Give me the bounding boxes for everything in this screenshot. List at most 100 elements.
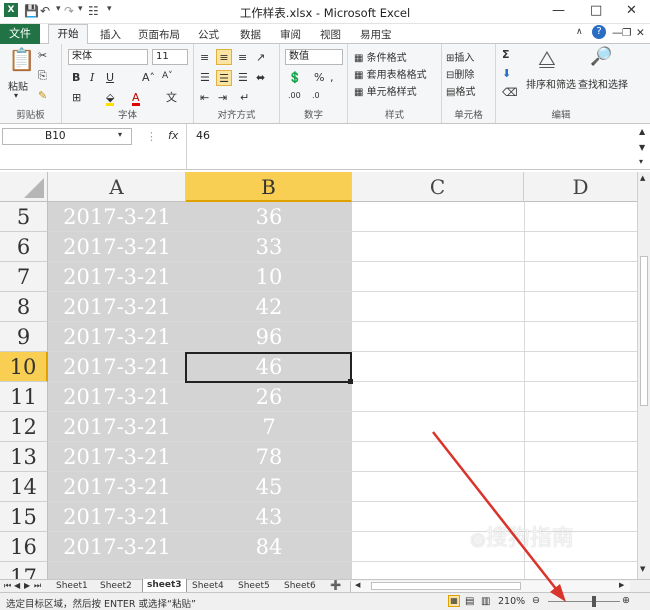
- cell-b[interactable]: 36: [186, 202, 352, 232]
- font-name-select[interactable]: 宋体: [68, 49, 148, 65]
- column-header-a[interactable]: A: [48, 172, 186, 202]
- help-icon[interactable]: ?: [592, 25, 606, 39]
- tab-data[interactable]: 数据: [240, 27, 261, 42]
- cell-b[interactable]: 96: [186, 322, 352, 352]
- percent-icon[interactable]: %: [314, 72, 324, 83]
- scroll-up-icon[interactable]: ▲: [640, 175, 645, 182]
- font-color-icon[interactable]: A: [132, 92, 140, 106]
- paste-dropdown-icon[interactable]: ▾: [14, 92, 18, 100]
- align-center-icon[interactable]: ☰: [216, 70, 232, 86]
- decrease-decimal-icon[interactable]: .0: [312, 92, 320, 100]
- page-layout-view-icon[interactable]: ▤: [465, 596, 474, 607]
- cell-b[interactable]: 45: [186, 472, 352, 502]
- underline-icon[interactable]: U: [106, 72, 114, 83]
- expand-formula-bar-icon[interactable]: ▾: [639, 158, 643, 166]
- border-icon[interactable]: ⊞: [72, 92, 81, 103]
- clear-icon[interactable]: ⌫: [502, 87, 518, 98]
- vertical-scrollbar[interactable]: ▲ ▼: [637, 172, 650, 579]
- row-header[interactable]: 17: [0, 562, 48, 579]
- cell-a[interactable]: 2017-3-21: [48, 262, 186, 292]
- cell-b[interactable]: [186, 562, 352, 579]
- align-bottom-icon[interactable]: ≡: [238, 52, 247, 63]
- conditional-format-button[interactable]: ▦ 条件格式: [354, 49, 407, 64]
- name-box[interactable]: B10: [2, 128, 132, 145]
- sort-filter-icon[interactable]: ⧋: [538, 48, 556, 68]
- cell-a[interactable]: 2017-3-21: [48, 232, 186, 262]
- cell-a[interactable]: 2017-3-21: [48, 352, 186, 382]
- autosum-icon[interactable]: Σ: [502, 49, 510, 60]
- cell-a[interactable]: 2017-3-21: [48, 202, 186, 232]
- decrease-indent-icon[interactable]: ⇤: [200, 92, 209, 103]
- wrap-text-icon[interactable]: ↵: [240, 92, 249, 103]
- cell-b[interactable]: 33: [186, 232, 352, 262]
- decrease-font-icon[interactable]: A˅: [162, 72, 173, 81]
- format-button[interactable]: ▤格式: [446, 83, 475, 98]
- column-header-c[interactable]: C: [352, 172, 524, 202]
- cell-a[interactable]: 2017-3-21: [48, 382, 186, 412]
- increase-decimal-icon[interactable]: .00: [288, 92, 301, 100]
- paste-button[interactable]: 粘贴: [8, 78, 28, 93]
- formula-scroll-down-icon[interactable]: ▼: [639, 144, 645, 152]
- zoom-out-icon[interactable]: ⊖: [532, 595, 540, 606]
- page-break-view-icon[interactable]: ▥: [481, 596, 490, 607]
- row-header[interactable]: 15: [0, 502, 48, 532]
- delete-button[interactable]: ⊟删除: [446, 66, 474, 81]
- cell-a[interactable]: 2017-3-21: [48, 412, 186, 442]
- bold-icon[interactable]: B: [72, 72, 80, 83]
- tab-easyuse[interactable]: 易用宝: [360, 27, 392, 42]
- normal-view-icon[interactable]: ▦: [448, 595, 460, 607]
- doc-minimize-icon[interactable]: —: [612, 27, 623, 39]
- row-header[interactable]: 5: [0, 202, 48, 232]
- scroll-down-icon[interactable]: ▼: [640, 566, 645, 573]
- fill-color-icon[interactable]: ⬙: [106, 92, 115, 106]
- cell-a[interactable]: 2017-3-21: [48, 502, 186, 532]
- cell-styles-button[interactable]: ▦ 单元格样式: [354, 83, 417, 98]
- find-select-icon[interactable]: 🔎: [590, 48, 612, 66]
- horizontal-scrollbar[interactable]: ◀ ▶: [350, 581, 630, 592]
- column-header-d[interactable]: D: [524, 172, 637, 202]
- number-format-select[interactable]: 数值: [285, 49, 343, 65]
- formula-input[interactable]: 46: [196, 129, 210, 142]
- tab-view[interactable]: 视图: [320, 27, 341, 42]
- row-header[interactable]: 16: [0, 532, 48, 562]
- row-header[interactable]: 10: [0, 352, 48, 382]
- row-header[interactable]: 8: [0, 292, 48, 322]
- scroll-right-icon[interactable]: ▶: [619, 582, 624, 589]
- cell-a[interactable]: 2017-3-21: [48, 292, 186, 322]
- find-select-button[interactable]: 查找和选择: [578, 76, 628, 91]
- formula-scroll-up-icon[interactable]: ▲: [639, 128, 645, 136]
- row-header[interactable]: 6: [0, 232, 48, 262]
- scroll-left-icon[interactable]: ◀: [355, 582, 360, 589]
- increase-font-icon[interactable]: A˄: [142, 72, 155, 83]
- comma-icon[interactable]: ,: [330, 72, 334, 83]
- close-icon[interactable]: ✕: [626, 3, 637, 18]
- row-header[interactable]: 14: [0, 472, 48, 502]
- cell-b[interactable]: 42: [186, 292, 352, 322]
- italic-icon[interactable]: I: [90, 72, 94, 83]
- tab-review[interactable]: 审阅: [280, 27, 301, 42]
- font-size-select[interactable]: 11: [152, 49, 188, 65]
- row-header[interactable]: 7: [0, 262, 48, 292]
- minimize-ribbon-icon[interactable]: ∧: [576, 27, 583, 37]
- doc-restore-icon[interactable]: ❐: [622, 27, 631, 39]
- cell-b[interactable]: 26: [186, 382, 352, 412]
- tab-formulas[interactable]: 公式: [198, 27, 219, 42]
- zoom-slider[interactable]: [548, 601, 620, 602]
- tab-insert[interactable]: 插入: [100, 27, 121, 42]
- tab-page-layout[interactable]: 页面布局: [138, 27, 180, 42]
- fill-icon[interactable]: ⬇: [502, 68, 511, 79]
- cell-b[interactable]: 10: [186, 262, 352, 292]
- cell-a[interactable]: 2017-3-21: [48, 322, 186, 352]
- paste-icon[interactable]: 📋: [8, 50, 35, 72]
- align-left-icon[interactable]: ☰: [200, 72, 210, 83]
- cell-a[interactable]: [48, 562, 186, 579]
- name-box-dropdown-icon[interactable]: ▾: [118, 131, 122, 139]
- tab-home[interactable]: 开始: [48, 24, 88, 45]
- row-header[interactable]: 13: [0, 442, 48, 472]
- insert-function-icon[interactable]: fx: [168, 129, 178, 142]
- vertical-scroll-thumb[interactable]: [640, 256, 648, 406]
- accounting-icon[interactable]: 💲: [288, 72, 302, 83]
- cell-b[interactable]: 78: [186, 442, 352, 472]
- cell-b[interactable]: 84: [186, 532, 352, 562]
- increase-indent-icon[interactable]: ⇥: [218, 92, 227, 103]
